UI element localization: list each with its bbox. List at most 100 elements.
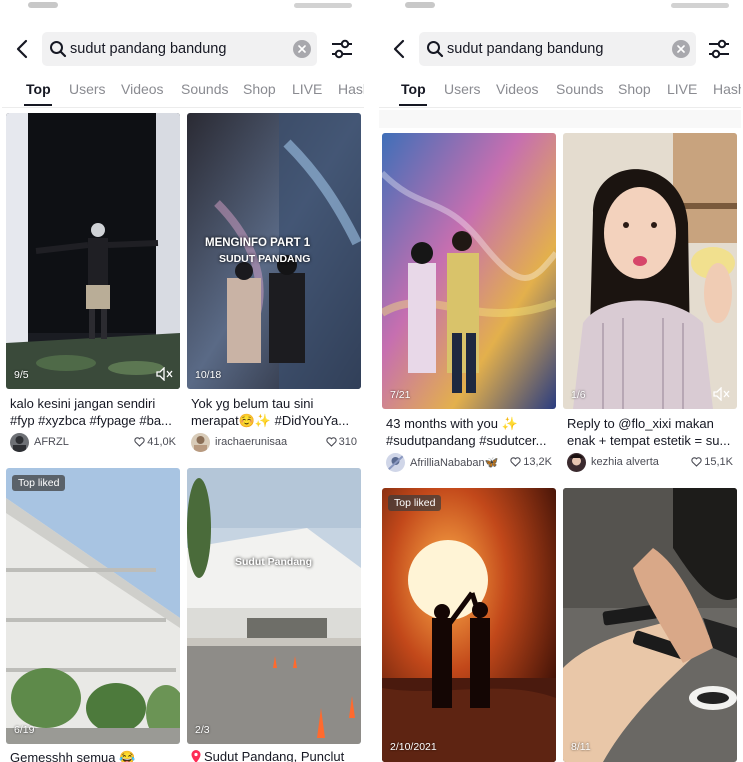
clear-icon[interactable]	[293, 40, 311, 58]
active-tab-indicator	[399, 104, 427, 106]
status-bar	[2, 0, 364, 22]
video-grid: 7/21 43 months with you ✨ #sudutpandang …	[379, 110, 741, 762]
search-tabs: Top Users Videos Sounds Shop LIVE Hash	[379, 74, 741, 108]
photo-count: 7/21	[390, 389, 411, 401]
tab-shop[interactable]: Shop	[243, 81, 276, 97]
tab-hashtags[interactable]: Hash	[713, 81, 741, 97]
tab-hashtags[interactable]: Hash	[338, 81, 364, 97]
caption-text: Yok yg belum tau sini merapat☺️✨ #DidYou…	[191, 396, 350, 428]
heart-icon	[134, 437, 145, 447]
like-count-text: 13,2K	[523, 456, 552, 468]
like-count: 310	[325, 436, 357, 448]
video-thumbnail[interactable]: Sudut Pandang 2/3	[187, 468, 361, 744]
tab-live[interactable]: LIVE	[292, 81, 322, 97]
tab-top[interactable]: Top	[401, 81, 426, 97]
video-thumbnail[interactable]: Top liked 6/19	[6, 468, 180, 744]
tab-top[interactable]: Top	[26, 81, 51, 97]
tab-sounds[interactable]: Sounds	[181, 81, 228, 97]
status-bar	[379, 0, 741, 22]
status-time	[28, 2, 58, 8]
search-icon	[427, 41, 444, 58]
video-meta: AfrilliaNababan🦋 13,2K	[386, 453, 554, 473]
mute-icon[interactable]	[713, 387, 731, 401]
filter-icon[interactable]	[707, 38, 731, 60]
username[interactable]: AfrilliaNababan🦋	[410, 456, 498, 469]
video-thumbnail[interactable]: Top liked 2/10/2021	[382, 488, 556, 762]
like-count: 41,0K	[134, 436, 176, 448]
avatar[interactable]	[386, 453, 405, 472]
video-caption[interactable]: Gemesshh semua 😂	[10, 749, 180, 762]
tab-sounds[interactable]: Sounds	[556, 81, 603, 97]
tab-videos[interactable]: Videos	[496, 81, 539, 97]
top-liked-badge: Top liked	[388, 495, 442, 511]
avatar[interactable]	[10, 433, 29, 452]
search-tabs: Top Users Videos Sounds Shop LIVE Hash	[2, 74, 364, 108]
overlay-title: MENGINFO PART 1	[205, 237, 311, 249]
heart-icon	[691, 457, 702, 467]
heart-icon	[510, 457, 521, 467]
photo-count: 8/11	[571, 741, 591, 753]
search-input[interactable]: sudut pandang bandung	[42, 32, 317, 66]
tab-videos[interactable]: Videos	[121, 81, 164, 97]
like-count-text: 310	[338, 436, 357, 448]
heart-icon	[325, 437, 337, 447]
status-icons	[671, 3, 729, 8]
avatar[interactable]	[191, 433, 210, 452]
overlay-subtitle: SUDUT PANDANG	[219, 253, 311, 265]
like-count: 15,1K	[691, 456, 733, 468]
overlay-title: Sudut Pandang	[235, 556, 312, 568]
tab-shop[interactable]: Shop	[618, 81, 651, 97]
avatar[interactable]	[567, 453, 586, 472]
search-row: sudut pandang bandung	[2, 32, 364, 66]
video-thumbnail[interactable]: MENGINFO PART 1 SUDUT PANDANG 10/18	[187, 113, 361, 389]
video-meta: kezhia alverta 15,1K	[567, 453, 735, 473]
like-count-text: 15,1K	[704, 456, 733, 468]
video-thumbnail[interactable]: 8/11	[563, 488, 737, 762]
right-screen: sudut pandang bandung Top Users Videos S…	[379, 0, 741, 762]
clear-icon[interactable]	[672, 40, 690, 58]
video-caption[interactable]: 43 months with you ✨ #sudutpandang #sudu…	[386, 415, 556, 449]
top-liked-badge: Top liked	[12, 475, 66, 491]
video-grid: 9/5 kalo kesini jangan sendiri #fyp #xyz…	[2, 110, 364, 762]
username[interactable]: AFRZL	[34, 436, 69, 448]
back-arrow-icon[interactable]	[10, 36, 34, 62]
photo-count: 9/5	[14, 369, 29, 381]
photo-count: 2/10/2021	[390, 741, 437, 753]
caption-text: 43 months with you ✨ #sudutpandang #sudu…	[386, 416, 547, 448]
scroll-gap	[379, 110, 741, 128]
mute-icon[interactable]	[156, 367, 174, 381]
video-caption[interactable]: Reply to @flo_xixi makan enak + tempat e…	[567, 415, 737, 449]
status-icons	[294, 3, 352, 8]
left-screen: sudut pandang bandung Top Users Videos S…	[2, 0, 364, 762]
tab-users[interactable]: Users	[69, 81, 106, 97]
search-query: sudut pandang bandung	[70, 41, 227, 57]
username[interactable]: irachaerunisaa	[215, 436, 287, 448]
photo-count: 1/6	[571, 389, 586, 401]
search-input[interactable]: sudut pandang bandung	[419, 32, 696, 66]
video-thumbnail[interactable]: 1/6	[563, 133, 737, 409]
video-thumbnail[interactable]: 9/5	[6, 113, 180, 389]
video-caption[interactable]: kalo kesini jangan sendiri #fyp #xyzbca …	[10, 395, 180, 429]
video-thumbnail[interactable]: 7/21	[382, 133, 556, 409]
username[interactable]: kezhia alverta	[591, 456, 659, 468]
video-caption[interactable]: Yok yg belum tau sini merapat☺️✨ #DidYou…	[191, 395, 361, 429]
video-caption[interactable]: Sudut Pandang, Punclut	[191, 749, 344, 762]
filter-icon[interactable]	[330, 38, 354, 60]
search-icon	[50, 41, 67, 58]
tab-users[interactable]: Users	[444, 81, 481, 97]
photo-count: 10/18	[195, 369, 222, 381]
back-arrow-icon[interactable]	[387, 36, 411, 62]
active-tab-indicator	[24, 104, 52, 106]
video-meta: irachaerunisaa 310	[191, 433, 359, 453]
video-meta: AFRZL 41,0K	[10, 433, 178, 453]
caption-text: kalo kesini jangan sendiri #fyp #xyzbca …	[10, 396, 172, 428]
search-query: sudut pandang bandung	[447, 41, 604, 57]
photo-count: 6/19	[14, 724, 35, 736]
tab-live[interactable]: LIVE	[667, 81, 697, 97]
photo-count: 2/3	[195, 724, 210, 736]
location-pin-icon	[191, 749, 201, 762]
search-row: sudut pandang bandung	[379, 32, 741, 66]
like-count: 13,2K	[510, 456, 552, 468]
caption-text: Sudut Pandang, Punclut	[204, 749, 345, 762]
status-time	[405, 2, 435, 8]
